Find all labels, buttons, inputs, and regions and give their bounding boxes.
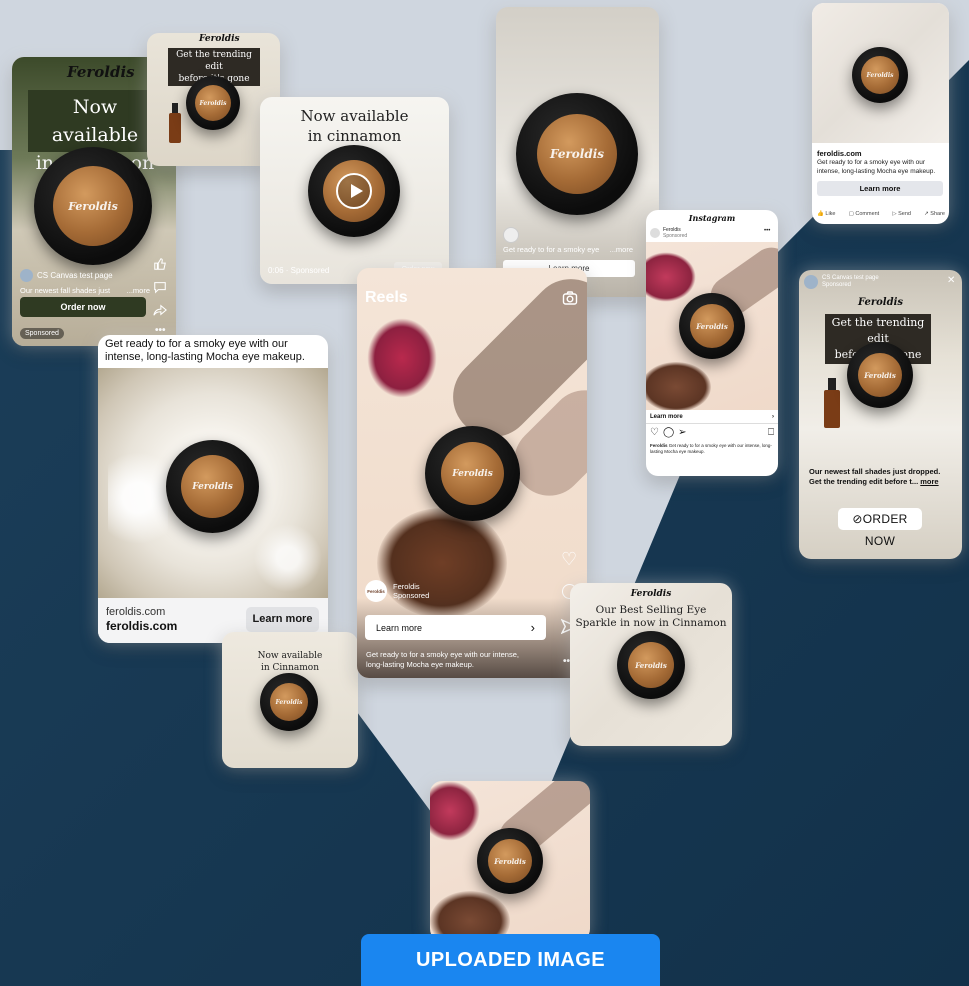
post-actions: ♡ ◯ ➢ ⎕: [650, 427, 774, 438]
story-body: Our newest fall shades just dropped. Get…: [809, 467, 941, 486]
eyeshadow-compact: Feroldis: [260, 673, 318, 731]
reaction-bar: 👍 Like ▢ Comment ▷ Send ↗ Share: [817, 211, 945, 217]
reels-title: Reels: [365, 289, 408, 306]
feed-ad-card[interactable]: Get ready to for a smoky eye with our in…: [98, 335, 328, 643]
brand-logo: Feroldis: [67, 63, 135, 81]
camera-icon[interactable]: [562, 290, 578, 306]
video-player-card[interactable]: Now available in cinnamon 0:06 · Sponsor…: [260, 97, 449, 284]
eyeshadow-compact: Feroldis: [34, 147, 152, 265]
eyeshadow-compact: Feroldis: [477, 828, 543, 894]
eyeshadow-compact: Feroldis: [166, 440, 259, 533]
comment-action[interactable]: ▢ Comment: [849, 211, 880, 217]
eyeshadow-compact: Feroldis: [425, 426, 520, 521]
cinnamon-small-card[interactable]: Now available in Cinnamon Feroldis: [222, 632, 358, 768]
send-action[interactable]: ▷ Send: [892, 211, 911, 217]
story-caption: Get ready to for a smoky eye ...more: [503, 245, 633, 254]
order-now-button[interactable]: ⊘ORDER NOW: [838, 508, 922, 548]
video-meta: 0:06 · Sponsored: [268, 266, 330, 275]
ad-domain: feroldis.com: [817, 149, 862, 158]
eyeshadow-compact: Feroldis: [617, 631, 685, 699]
like-icon[interactable]: [153, 257, 167, 271]
story-header: CS Canvas test page Sponsored: [804, 275, 879, 289]
heart-icon[interactable]: ♡: [561, 549, 577, 570]
bookmark-icon[interactable]: ⎕: [768, 427, 774, 438]
eyeshadow-compact: Feroldis: [847, 342, 913, 408]
heart-icon[interactable]: ♡: [650, 427, 659, 438]
eyeshadow-compact: Feroldis: [852, 47, 908, 103]
serum-bottle: [824, 378, 840, 428]
reels-ad-card[interactable]: Reels Feroldis Feroldis Feroldis Sponsore…: [357, 268, 587, 678]
instagram-wordmark: Instagram: [688, 213, 736, 223]
ad-text: Get ready to for a smoky eye with our in…: [817, 159, 936, 175]
headline-line-1: Now available: [51, 96, 139, 146]
avatar: Feroldis: [365, 580, 387, 602]
avatar: [20, 269, 33, 282]
feed-ad-domain-bold: feroldis.com: [106, 619, 178, 633]
instagram-post-card[interactable]: Instagram Feroldis Sponsored ••• Feroldis…: [646, 210, 778, 476]
learn-more-button[interactable]: Learn more: [817, 181, 943, 196]
ad-caption: Our newest fall shades just ...more: [20, 286, 150, 295]
close-icon[interactable]: ✕: [947, 275, 955, 286]
like-action[interactable]: 👍 Like: [817, 211, 835, 217]
post-header: Feroldis Sponsored: [650, 227, 687, 239]
share-icon[interactable]: [153, 303, 167, 317]
avatar: [650, 228, 660, 238]
best-selling-card[interactable]: Feroldis Our Best Selling Eye Sparkle in…: [570, 583, 732, 746]
serum-bottle: [169, 103, 181, 143]
best-selling-headline: Our Best Selling Eye Sparkle in now in C…: [575, 604, 727, 629]
send-icon[interactable]: ➢: [678, 427, 686, 438]
ad-headline-box: Now available in cinnamon: [28, 90, 162, 174]
feed-ad-domain: feroldis.com: [106, 606, 166, 618]
reels-caption: Get ready to for a smoky eye with our in…: [366, 650, 519, 669]
page-identity: CS Canvas test page: [20, 269, 113, 282]
sponsored-badge: Sponsored: [20, 328, 64, 339]
learn-more-button[interactable]: Learn more ›: [365, 615, 546, 640]
avatar: [503, 227, 519, 243]
play-icon[interactable]: [336, 173, 372, 209]
eyeshadow-compact: Feroldis: [679, 293, 745, 359]
chevron-right-icon: ›: [530, 620, 535, 635]
see-more-link[interactable]: more: [920, 477, 938, 486]
see-more-link[interactable]: ...more: [610, 245, 633, 254]
brand-logo: Feroldis: [857, 297, 904, 308]
feed-ad-text: Get ready to for a smoky eye with our in…: [105, 338, 305, 363]
comment-icon[interactable]: [153, 280, 167, 294]
learn-more-button[interactable]: Learn more: [246, 607, 319, 632]
share-action[interactable]: ↗ Share: [924, 211, 945, 217]
more-icon[interactable]: •••: [764, 228, 770, 234]
fb-story-ad-card[interactable]: CS Canvas test page Sponsored ✕ Feroldis …: [799, 270, 962, 559]
avatar: [804, 275, 818, 289]
reels-account: Feroldis Feroldis Sponsored: [365, 580, 429, 602]
link-icon: ⊘: [852, 512, 863, 526]
brand-logo: Feroldis: [199, 34, 240, 44]
uploaded-image-button[interactable]: UPLOADED IMAGE: [361, 934, 660, 986]
video-headline: Now available in cinnamon: [300, 107, 409, 145]
uploaded-image-preview: Feroldis: [430, 781, 590, 941]
page-name: CS Canvas test page: [37, 271, 113, 280]
fb-feed-ad-card[interactable]: Feroldis feroldis.com Get ready to for a…: [812, 3, 949, 224]
post-caption: Feroldis Get ready to for a smoky eye wi…: [650, 443, 772, 454]
story-ad-card[interactable]: Feroldis Get ready to for a smoky eye ..…: [496, 7, 659, 297]
comment-icon[interactable]: ◯: [663, 427, 674, 438]
eyeshadow-compact: Feroldis: [516, 93, 638, 215]
learn-more-row[interactable]: Learn more ›: [646, 410, 778, 424]
cinnamon-headline: Now available in Cinnamon: [257, 651, 323, 673]
brand-logo: Feroldis: [630, 589, 672, 599]
see-more-link[interactable]: ...more: [127, 286, 150, 295]
order-now-button[interactable]: Order now: [20, 297, 146, 317]
eyeshadow-compact: Feroldis: [186, 76, 240, 130]
